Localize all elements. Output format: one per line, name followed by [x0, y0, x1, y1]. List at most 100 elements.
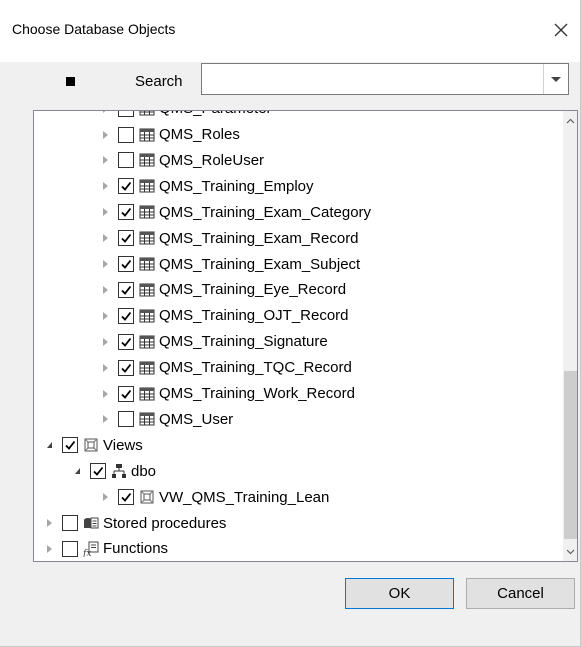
- expand-closed-icon[interactable]: [96, 126, 114, 144]
- tree-item-table[interactable]: QMS_Training_Signature: [96, 329, 328, 355]
- expand-closed-icon[interactable]: [96, 281, 114, 299]
- title-bar: Choose Database Objects: [0, 0, 580, 62]
- table-icon: [139, 204, 155, 220]
- tree-item-checkbox[interactable]: [62, 515, 78, 531]
- search-label: Search: [135, 73, 183, 90]
- table-icon: [139, 178, 155, 194]
- expand-closed-icon[interactable]: [96, 410, 114, 428]
- tree-item-label: QMS_Training_Signature: [159, 333, 328, 351]
- expand-closed-icon[interactable]: [96, 151, 114, 169]
- close-button[interactable]: [545, 14, 577, 46]
- tree-item-checkbox[interactable]: [118, 178, 134, 195]
- expand-open-icon[interactable]: [40, 436, 58, 454]
- search-input[interactable]: [202, 64, 554, 94]
- tree-item-table[interactable]: QMS_Training_Exam_Category: [96, 199, 371, 225]
- view-icon: [83, 437, 99, 453]
- tree-item-table[interactable]: QMS_Training_OJT_Record: [96, 303, 349, 329]
- vertical-scrollbar[interactable]: [563, 111, 577, 561]
- tree-item-checkbox[interactable]: [90, 463, 106, 480]
- object-tree[interactable]: QMS_Parameter QMS_Roles QMS_RoleUser QMS_Tr…: [33, 110, 578, 562]
- cancel-button[interactable]: Cancel: [466, 578, 575, 609]
- choose-database-objects-dialog: Choose Database Objects Search QMS_Param…: [0, 0, 581, 647]
- tree-item-table[interactable]: QMS_Training_Eye_Record: [96, 277, 346, 303]
- expand-closed-icon[interactable]: [96, 385, 114, 403]
- table-icon: [139, 230, 155, 246]
- expand-closed-icon[interactable]: [96, 488, 114, 506]
- stored-procedure-icon: [83, 515, 99, 531]
- expand-closed-icon[interactable]: [96, 255, 114, 273]
- tree-item-stored-procedures[interactable]: Stored procedures: [40, 510, 226, 536]
- tree-item-checkbox[interactable]: [118, 152, 134, 169]
- tree-item-label: QMS_Training_Employ: [159, 177, 314, 195]
- tree-item-label: QMS_Training_TQC_Record: [159, 359, 352, 377]
- tree-item-label: Views: [103, 436, 143, 454]
- tree-item-table[interactable]: QMS_Roles: [96, 122, 240, 148]
- tree-item-view[interactable]: VW_QMS_Training_Lean: [96, 484, 329, 510]
- tree-item-label: QMS_Training_Exam_Subject: [159, 255, 361, 273]
- tree-item-checkbox[interactable]: [118, 126, 134, 143]
- tree-item-table[interactable]: QMS_Training_Work_Record: [96, 381, 355, 407]
- tree-item-views[interactable]: Views: [40, 432, 143, 458]
- expand-closed-icon[interactable]: [96, 229, 114, 247]
- tree-item-label: QMS_Training_OJT_Record: [159, 307, 349, 325]
- tree-item-label: Functions: [103, 540, 169, 558]
- tree-item-schema[interactable]: dbo: [68, 458, 156, 484]
- select-all-checkbox[interactable]: [62, 73, 79, 90]
- tree-item-checkbox[interactable]: [118, 385, 134, 402]
- tree-item-table[interactable]: QMS_Training_Employ: [96, 173, 314, 199]
- tree-item-checkbox[interactable]: [118, 307, 134, 324]
- tree-item-table[interactable]: QMS_RoleUser: [96, 147, 264, 173]
- expand-closed-icon[interactable]: [40, 540, 58, 558]
- tree-item-checkbox[interactable]: [118, 230, 134, 247]
- ok-button[interactable]: OK: [345, 578, 454, 609]
- tree-item-table[interactable]: QMS_User: [96, 406, 233, 432]
- expand-closed-icon[interactable]: [96, 177, 114, 195]
- chevron-up-icon: [566, 118, 575, 123]
- tree-item-label: QMS_RoleUser: [159, 151, 265, 169]
- expand-closed-icon[interactable]: [96, 307, 114, 325]
- tree-item-checkbox[interactable]: [118, 411, 134, 428]
- tree-item-functions[interactable]: fx Functions: [40, 536, 169, 561]
- tree-item-label: dbo: [131, 462, 157, 480]
- table-icon: [139, 127, 155, 143]
- tree-item-label: VW_QMS_Training_Lean: [159, 488, 330, 506]
- table-icon: [139, 360, 155, 376]
- scroll-down-button[interactable]: [563, 544, 577, 559]
- search-dropdown-button[interactable]: [543, 64, 568, 94]
- tree-item-label: Stored procedures: [103, 514, 227, 532]
- tree-item-table[interactable]: QMS_Training_Exam_Record: [96, 225, 359, 251]
- expand-closed-icon[interactable]: [96, 333, 114, 351]
- tree-item-checkbox[interactable]: [118, 256, 134, 272]
- expand-closed-icon[interactable]: [96, 359, 114, 377]
- tree-item-checkbox[interactable]: [118, 489, 134, 506]
- expand-closed-icon[interactable]: [96, 203, 114, 221]
- tree-item-checkbox[interactable]: [118, 204, 134, 221]
- table-icon: [139, 282, 155, 298]
- tree-item-table[interactable]: QMS_Parameter: [96, 111, 272, 122]
- tree-item-label: QMS_User: [159, 410, 234, 428]
- tree-item-checkbox[interactable]: [118, 111, 134, 117]
- tree-item-table[interactable]: QMS_Training_Exam_Subject: [96, 251, 360, 277]
- table-icon: [139, 386, 155, 402]
- expand-closed-icon[interactable]: [40, 514, 58, 532]
- scrollbar-thumb[interactable]: [564, 371, 577, 539]
- scroll-up-button[interactable]: [563, 113, 577, 128]
- tree-item-checkbox[interactable]: [118, 281, 134, 298]
- tree-item-checkbox[interactable]: [118, 333, 134, 350]
- tree-item-checkbox[interactable]: [62, 437, 78, 454]
- tree-item-checkbox[interactable]: [118, 359, 134, 376]
- tree-item-label: QMS_Parameter: [159, 111, 272, 117]
- chevron-down-icon: [566, 549, 575, 554]
- function-icon: fx: [83, 541, 99, 557]
- tree-item-label: QMS_Training_Exam_Category: [159, 203, 372, 221]
- tree-item-label: QMS_Training_Eye_Record: [159, 281, 347, 299]
- expand-closed-icon[interactable]: [96, 111, 114, 118]
- tree-item-label: QMS_Roles: [159, 126, 240, 143]
- expand-open-icon[interactable]: [68, 462, 86, 480]
- tree-item-table[interactable]: QMS_Training_TQC_Record: [96, 355, 352, 381]
- search-combobox[interactable]: [201, 63, 569, 95]
- tree-item-label: QMS_Training_Work_Record: [159, 385, 355, 402]
- table-icon: [139, 152, 155, 168]
- table-icon: [139, 308, 155, 324]
- tree-item-checkbox[interactable]: [62, 540, 78, 557]
